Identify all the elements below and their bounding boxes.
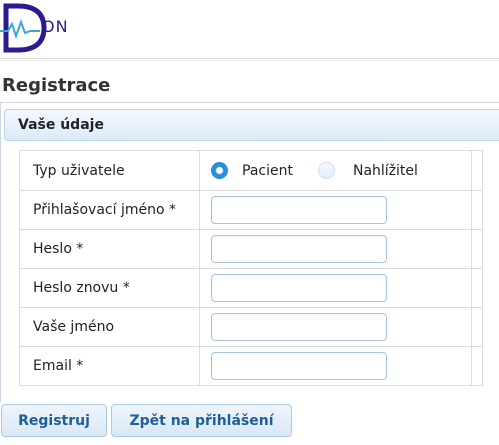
- logo-text: ON: [42, 17, 69, 36]
- registration-panel: Vaše údaje Typ uživatele Pacient Nahlíži…: [0, 102, 499, 402]
- page-title: Registrace: [2, 75, 111, 96]
- panel-header: Vaše údaje: [4, 109, 499, 141]
- password-label: Heslo *: [19, 229, 200, 269]
- form-cell-extra: [471, 190, 483, 230]
- form-cell-extra: [471, 268, 483, 308]
- password-repeat-label: Heslo znovu *: [19, 268, 200, 308]
- header-divider-secondary: [0, 60, 499, 61]
- radio-nahlizitel-label[interactable]: Nahlížitel: [353, 163, 418, 179]
- registration-form: Typ uživatele Pacient Nahlížitel Přihlaš…: [19, 150, 483, 386]
- user-type-label: Typ uživatele: [19, 150, 200, 191]
- form-cell-extra: [471, 346, 483, 386]
- back-to-login-button[interactable]: Zpět na přihlášení: [111, 404, 292, 437]
- user-type-radio-group: Pacient Nahlížitel: [211, 151, 471, 190]
- user-type-cell: Pacient Nahlížitel: [199, 150, 472, 191]
- form-row-username: Přihlašovací jméno *: [19, 190, 483, 230]
- register-button[interactable]: Registruj: [1, 404, 107, 437]
- radio-nahlizitel[interactable]: [317, 162, 335, 179]
- form-row-name: Vaše jméno: [19, 307, 483, 347]
- header: ON: [0, 0, 499, 58]
- form-row-user-type: Typ uživatele Pacient Nahlížitel: [19, 150, 483, 191]
- form-cell-extra: [471, 229, 483, 269]
- username-input[interactable]: [211, 196, 387, 224]
- password-repeat-input[interactable]: [211, 274, 387, 302]
- panel-title: Vaše údaje: [18, 117, 104, 133]
- form-cell-extra: [471, 307, 483, 347]
- radio-pacient-label[interactable]: Pacient: [242, 163, 293, 179]
- form-cell-extra: [471, 150, 483, 191]
- name-label: Vaše jméno: [19, 307, 200, 347]
- logo[interactable]: ON: [0, 0, 120, 55]
- password-input[interactable]: [211, 235, 387, 263]
- form-row-password: Heslo *: [19, 229, 483, 269]
- form-row-password-repeat: Heslo znovu *: [19, 268, 483, 308]
- header-divider: [0, 58, 499, 59]
- email-input[interactable]: [211, 352, 387, 380]
- name-input[interactable]: [211, 313, 387, 341]
- username-label: Přihlašovací jméno *: [19, 190, 200, 230]
- radio-pacient[interactable]: [211, 162, 228, 179]
- email-label: Email *: [19, 346, 200, 386]
- form-row-email: Email *: [19, 346, 483, 386]
